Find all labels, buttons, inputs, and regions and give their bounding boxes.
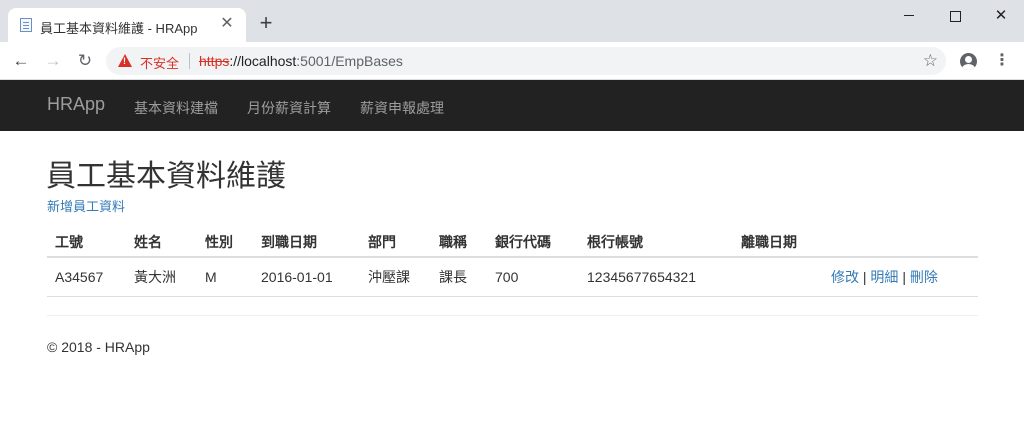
app-navbar: HRApp 基本資料建檔 月份薪資計算 薪資申報處理	[0, 80, 1024, 131]
tab-close-icon[interactable]: ✕	[218, 15, 236, 33]
column-header: 銀行代碼	[487, 228, 579, 258]
back-arrow-icon[interactable]: ←	[10, 50, 32, 72]
url-text[interactable]: https://localhost:5001/EmpBases	[199, 53, 403, 69]
edit-link[interactable]: 修改	[831, 269, 859, 285]
profile-avatar-icon[interactable]	[960, 53, 977, 70]
nav-link-employee-master[interactable]: 基本資料建檔	[134, 98, 218, 118]
address-divider	[189, 53, 190, 69]
column-header	[823, 228, 978, 258]
url-path: :5001/EmpBases	[296, 53, 403, 69]
new-tab-button[interactable]: +	[256, 12, 276, 34]
column-header: 離職日期	[733, 228, 823, 258]
cell-bank-account: 12345677654321	[579, 257, 733, 297]
create-employee-link[interactable]: 新增員工資料	[47, 196, 125, 215]
cell-bank-code: 700	[487, 257, 579, 297]
table-row: A34567 黃大洲 M 2016-01-01 沖壓課 課長 700 12345…	[47, 257, 978, 297]
column-header: 到職日期	[253, 228, 360, 258]
employee-table: 工號 姓名 性別 到職日期 部門 職稱 銀行代碼 根行帳號 離職日期 A3456…	[47, 228, 978, 297]
cell-gender: M	[197, 257, 253, 297]
browser-toolbar: ← → ↻ 不安全 https://localhost:5001/EmpBase…	[0, 42, 1024, 80]
cell-name: 黃大洲	[126, 257, 197, 297]
cell-leave-date	[733, 257, 823, 297]
action-separator: |	[862, 268, 867, 285]
cell-hire-date: 2016-01-01	[253, 257, 360, 297]
details-link[interactable]: 明細	[870, 269, 898, 285]
tab-title: 員工基本資料維護 - HRApp	[40, 21, 198, 36]
bookmark-star-icon[interactable]: ☆	[923, 51, 938, 71]
address-bar[interactable]: 不安全 https://localhost:5001/EmpBases ☆	[106, 47, 946, 75]
cell-job-title: 課長	[431, 257, 487, 297]
cell-emp-id: A34567	[47, 257, 126, 297]
page-title: 員工基本資料維護	[46, 160, 286, 193]
forward-arrow-icon[interactable]: →	[42, 50, 64, 72]
maximize-button[interactable]	[932, 4, 978, 28]
table-header-row: 工號 姓名 性別 到職日期 部門 職稱 銀行代碼 根行帳號 離職日期	[47, 228, 978, 258]
warning-icon[interactable]	[118, 54, 132, 67]
minimize-button[interactable]	[886, 4, 932, 28]
column-header: 部門	[360, 228, 431, 258]
reload-icon[interactable]: ↻	[74, 50, 96, 72]
row-actions: 修改 | 明細 | 刪除	[823, 257, 978, 297]
navbar-brand[interactable]: HRApp	[47, 94, 105, 115]
page-favicon-icon	[20, 18, 32, 32]
column-header: 根行帳號	[579, 228, 733, 258]
browser-tab-strip: 員工基本資料維護 - HRApp ✕ + ✕	[0, 0, 1024, 42]
column-header: 性別	[197, 228, 253, 258]
url-host: ://localhost	[229, 53, 297, 69]
footer-copyright: © 2018 - HRApp	[47, 339, 150, 355]
nav-link-monthly-payroll[interactable]: 月份薪資計算	[247, 98, 331, 118]
column-header: 職稱	[431, 228, 487, 258]
security-status[interactable]: 不安全	[140, 53, 179, 72]
delete-link[interactable]: 刪除	[910, 269, 938, 285]
window-close-button[interactable]: ✕	[978, 4, 1024, 28]
browser-menu-icon[interactable]: ⋮	[994, 52, 1010, 70]
nav-link-payroll-declaration[interactable]: 薪資申報處理	[360, 98, 444, 118]
url-scheme: https	[199, 53, 230, 69]
action-separator: |	[902, 268, 906, 285]
cell-department: 沖壓課	[360, 257, 431, 297]
column-header: 姓名	[126, 228, 197, 258]
footer-divider	[47, 315, 978, 316]
column-header: 工號	[47, 228, 126, 258]
browser-tab[interactable]: 員工基本資料維護 - HRApp ✕	[8, 8, 246, 42]
